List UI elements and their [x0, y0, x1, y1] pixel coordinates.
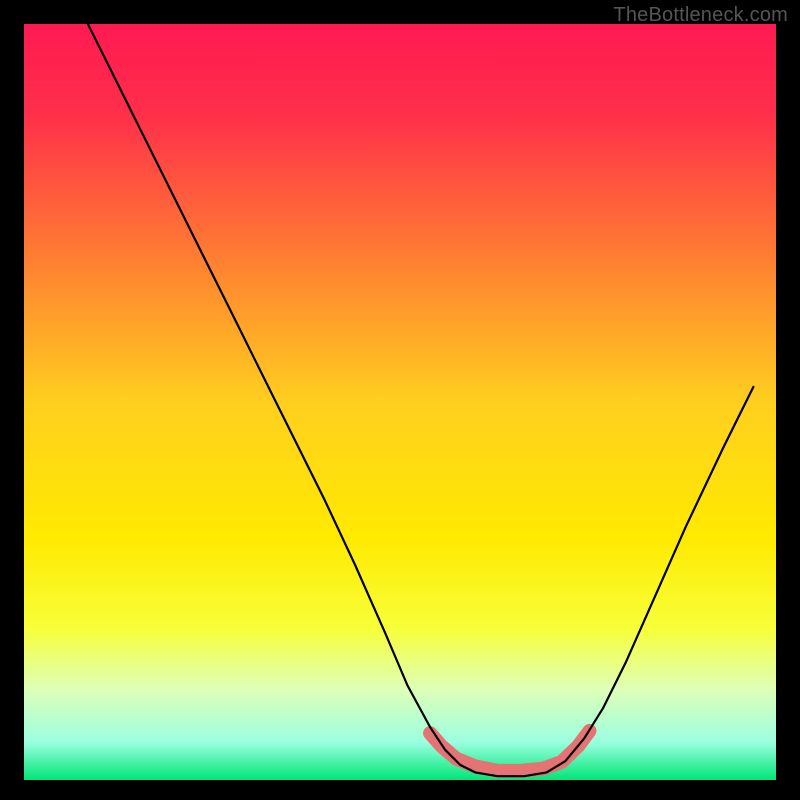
- chart-stage: TheBottleneck.com: [0, 0, 800, 800]
- watermark-text: TheBottleneck.com: [613, 4, 788, 27]
- bottleneck-chart: [0, 0, 800, 800]
